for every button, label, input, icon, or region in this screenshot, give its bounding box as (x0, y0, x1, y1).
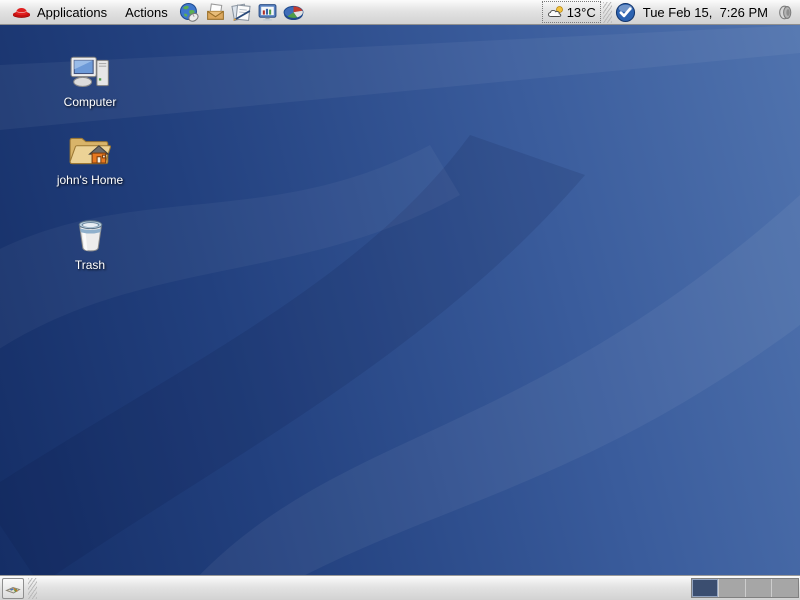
desktop-icon-home[interactable]: john's Home (40, 133, 140, 187)
weather-applet[interactable]: 13°C (542, 1, 601, 23)
desktop-icon-label: Trash (75, 259, 105, 272)
documents-pen-icon (230, 2, 253, 23)
desktop-icon-label: Computer (64, 96, 117, 109)
workspace-cell-3[interactable] (746, 579, 773, 597)
show-desktop-icon (5, 580, 21, 596)
applications-menu-label: Applications (37, 5, 107, 20)
tasklist-drag-handle[interactable] (28, 578, 37, 599)
top-panel: Applications Actions (0, 0, 800, 25)
temperature-label: 13°C (567, 5, 596, 20)
desktop-icon-label: john's Home (57, 174, 123, 187)
actions-menu-label: Actions (125, 5, 168, 20)
workspace-cell-1[interactable] (692, 579, 719, 597)
web-browser-launcher[interactable] (177, 0, 203, 25)
volume-applet[interactable] (773, 0, 797, 25)
presentation-launcher[interactable] (255, 0, 281, 25)
trash-icon (72, 217, 109, 254)
workspace-switcher (691, 578, 799, 598)
word-processor-launcher[interactable] (229, 0, 255, 25)
screen-chart-icon (257, 2, 278, 23)
speaker-icon (776, 3, 795, 22)
pie-chart-icon (282, 2, 305, 23)
computer-icon (69, 55, 111, 91)
email-launcher[interactable] (203, 0, 229, 25)
desktop: Computer john's Home T (0, 25, 800, 575)
desktop-icon-computer[interactable]: Computer (40, 55, 140, 109)
applications-menu[interactable]: Applications (3, 0, 116, 25)
clock-applet[interactable]: Tue Feb 15, 7:26 PM (638, 5, 773, 20)
update-notifier[interactable] (614, 0, 638, 25)
applet-drag-handle[interactable] (603, 2, 612, 23)
update-check-icon (615, 2, 636, 23)
desktop-icon-trash[interactable]: Trash (40, 217, 140, 272)
spreadsheet-launcher[interactable] (281, 0, 307, 25)
workspace-cell-4[interactable] (772, 579, 798, 597)
workspace-cell-2[interactable] (719, 579, 746, 597)
bottom-panel (0, 575, 800, 600)
globe-mouse-icon (179, 2, 200, 23)
home-folder-icon (67, 133, 113, 169)
show-desktop-button[interactable] (2, 578, 24, 599)
envelope-icon (205, 2, 226, 23)
cloud-icon (547, 5, 565, 19)
redhat-icon (12, 5, 31, 19)
actions-menu[interactable]: Actions (116, 0, 177, 25)
